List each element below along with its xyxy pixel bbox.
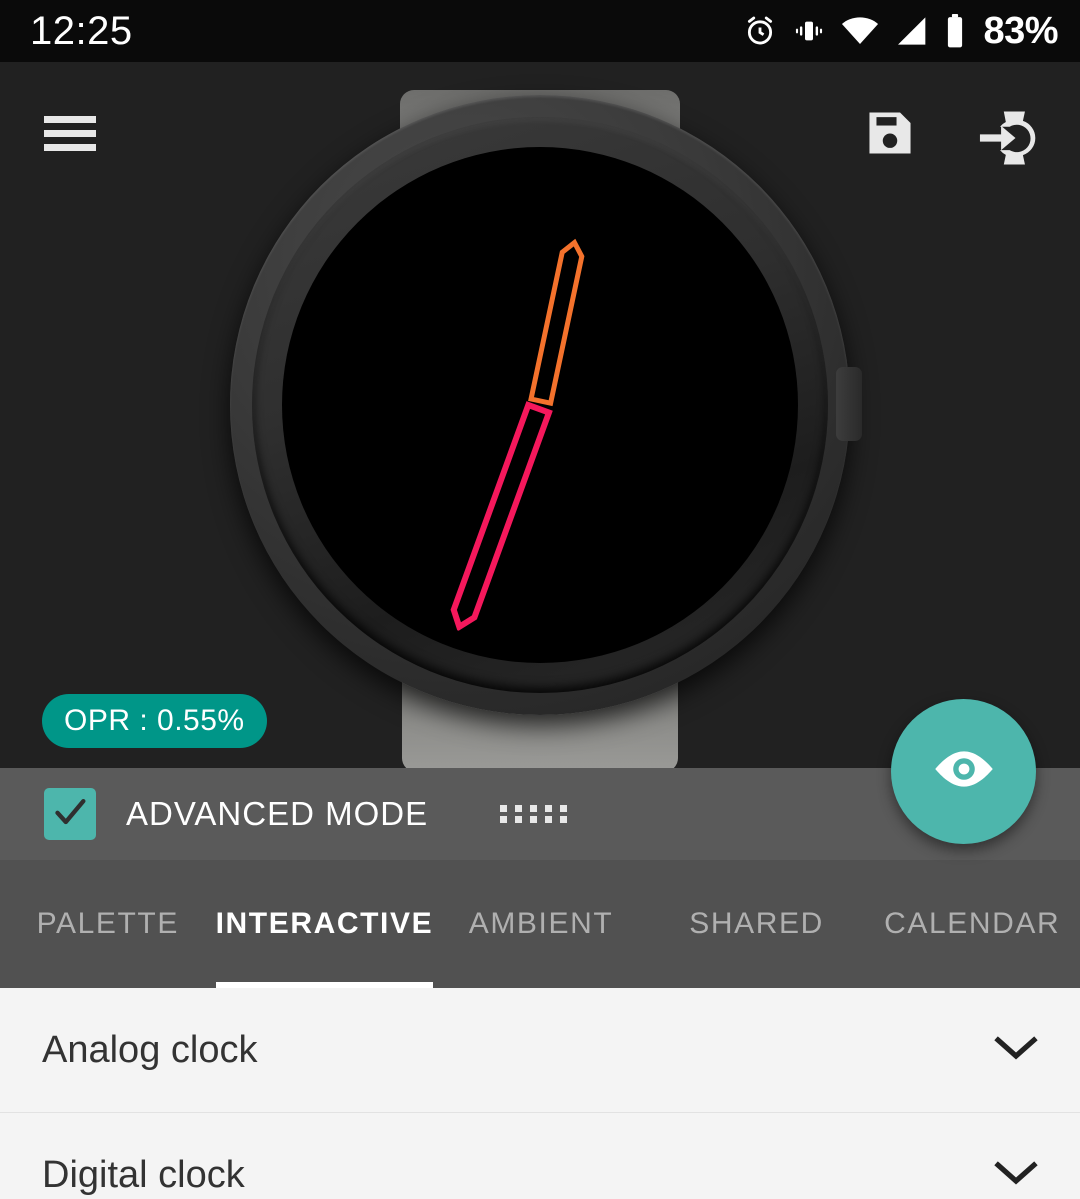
tab-palette[interactable]: PALETTE (0, 860, 216, 988)
status-icon-group: 83% (743, 10, 1058, 53)
tab-interactive-label: INTERACTIVE (215, 907, 434, 940)
list-item-label: Digital clock (42, 1153, 245, 1196)
battery-percent: 83% (983, 9, 1058, 52)
drag-handle-icon[interactable] (500, 805, 571, 823)
watch-illustration (190, 62, 890, 768)
vibrate-icon (793, 15, 825, 47)
advanced-mode-checkbox[interactable] (44, 788, 96, 840)
app-root: 12:25 83% OPR: 0.55% ADVANCED MODE PALE… (0, 0, 1080, 1199)
watch-face[interactable] (282, 147, 798, 663)
status-clock: 12:25 (30, 9, 133, 53)
watch-crown (836, 367, 862, 441)
tab-calendar[interactable]: CALENDAR (864, 860, 1080, 988)
list-item[interactable]: Analog clock (0, 988, 1080, 1113)
settings-list: Analog clock Digital clock (0, 988, 1080, 1199)
tab-shared-label: SHARED (689, 907, 824, 940)
hamburger-menu-button[interactable] (44, 114, 96, 157)
tab-bar: PALETTE INTERACTIVE AMBIENT SHARED CALEN… (0, 860, 1080, 988)
preview-fab-button[interactable] (891, 699, 1036, 844)
battery-icon (945, 14, 965, 48)
tab-ambient[interactable]: AMBIENT (433, 860, 649, 988)
send-to-watch-button[interactable] (975, 102, 1047, 179)
checkmark-icon (50, 792, 90, 837)
tab-ambient-label: AMBIENT (468, 907, 614, 940)
send-to-watch-icon (975, 111, 1047, 178)
watch-bezel (252, 117, 828, 693)
hour-hand (520, 235, 594, 410)
tab-interactive[interactable]: INTERACTIVE (215, 860, 434, 988)
hamburger-menu-icon (44, 116, 96, 156)
chevron-down-icon[interactable] (994, 1035, 1038, 1066)
eye-icon (934, 746, 994, 797)
save-button[interactable] (862, 105, 918, 166)
chevron-down-icon[interactable] (994, 1160, 1038, 1191)
minute-hand (436, 397, 561, 638)
alarm-icon (743, 14, 777, 48)
tab-palette-label: PALETTE (36, 907, 179, 940)
tab-shared[interactable]: SHARED (649, 860, 865, 988)
tab-calendar-label: CALENDAR (884, 907, 1061, 940)
opr-badge: OPR : 0.55% (42, 694, 267, 748)
watch-case (230, 95, 862, 715)
list-item[interactable]: Digital clock (0, 1113, 1080, 1199)
advanced-mode-label: ADVANCED MODE (126, 795, 429, 832)
status-bar: 12:25 83% (0, 0, 1080, 62)
watch-preview-area: OPR : 0.55% (0, 62, 1080, 768)
list-item-label: Analog clock (42, 1028, 258, 1071)
wifi-icon (841, 16, 879, 46)
signal-icon (895, 16, 929, 46)
save-floppy-icon (862, 112, 918, 165)
